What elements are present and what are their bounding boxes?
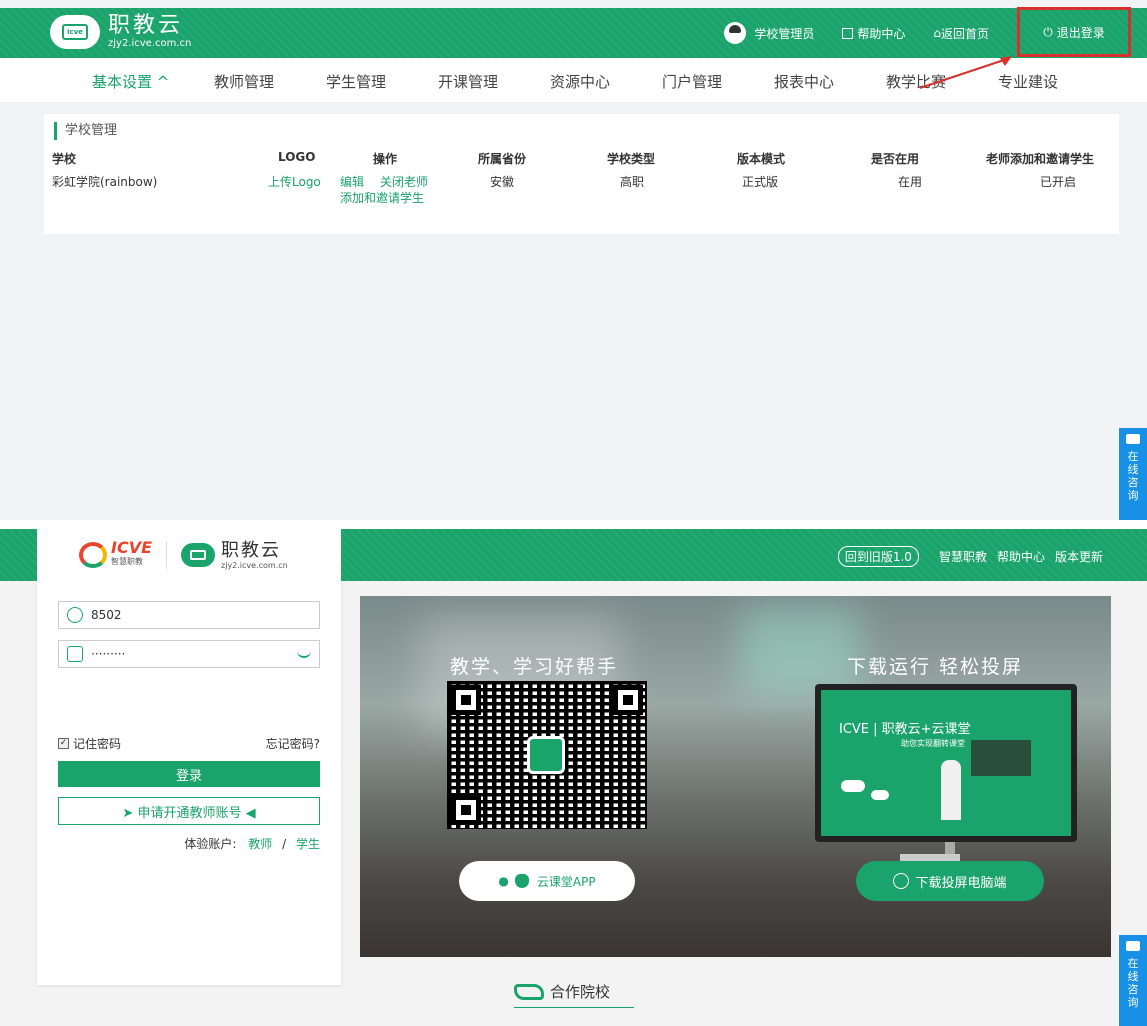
close-teacher-invite-link[interactable]: 关闭老师 添加和邀请学生 [340, 174, 428, 206]
logo-url: zjy2.icve.com.cn [221, 560, 288, 570]
cell-school-type: 高职 [620, 175, 645, 189]
power-icon: ⏻ [1043, 24, 1053, 39]
forgot-password-link[interactable]: 忘记密码? [266, 735, 320, 752]
cloud-class-app-button[interactable]: ● 云课堂APP [459, 861, 635, 901]
monitor-sub: 助您实现翻转课堂 [901, 739, 965, 748]
cloud-logo-icon [181, 543, 216, 567]
chalkboard-icon [971, 740, 1031, 776]
monitor-illustration: ICVE | 职教云+云课堂 助您实现翻转课堂 [815, 684, 1077, 842]
smart-icve-link[interactable]: 智慧职教 [939, 548, 987, 565]
remember-password[interactable]: ✓ 记住密码 [58, 735, 121, 752]
cloud-icon [841, 780, 865, 792]
cloud-icon [871, 790, 889, 800]
online-consult-button[interactable]: 在 线 咨 询 [1119, 428, 1147, 520]
home-icon: ⌂ [933, 26, 941, 40]
col-school-type: 学校类型 [607, 152, 656, 166]
cloud-logo-icon: icve [50, 15, 100, 49]
nav-report-center[interactable]: 报表中心 [774, 71, 834, 92]
help-icon [842, 27, 854, 39]
user-icon [67, 607, 83, 623]
username-field[interactable]: 8502 [58, 601, 320, 629]
nav-course-management[interactable]: 开课管理 [438, 71, 498, 92]
logo-title: 职教云 [108, 13, 184, 38]
col-teacher-invite: 老师添加和邀请学生 [986, 152, 1095, 166]
col-school: 学校 [52, 152, 77, 166]
apply-teacher-account-button[interactable]: ➤ 申请开通教师账号 ◀ [58, 797, 320, 825]
banner-right-heading: 下载运行 轻松投屏 [847, 656, 1024, 678]
download-desktop-button[interactable]: 下载投屏电脑端 [856, 861, 1044, 901]
qr-logo-icon [527, 736, 565, 774]
user-role: 学校管理员 [754, 26, 815, 41]
password-field[interactable]: ········· [58, 640, 320, 668]
online-consult-button[interactable]: 在 线 咨 询 [1119, 935, 1147, 1026]
col-operation: 操作 [373, 152, 398, 166]
login-screenshot: ICVE 智慧职教 职教云 zjy2.icve.com.cn 回到旧版1.0 智… [0, 529, 1147, 1026]
lock-icon [67, 646, 83, 662]
login-panel: 8502 ········· ✓ 记住密码 忘记密码? 登录 ➤ 申请开通教师账… [37, 581, 341, 985]
logo-url: zjy2.icve.com.cn [108, 38, 192, 49]
admin-screenshot: icve 职教云 zjy2.icve.com.cn 学校管理员 帮助中心 ⌂ 返… [0, 0, 1147, 520]
cell-in-use: 在用 [898, 175, 923, 189]
upload-logo-link[interactable]: 上传Logo [268, 174, 321, 190]
cell-school: 彩虹学院(rainbow) [52, 175, 158, 189]
monitor-brand: ICVE | 职教云+云课堂 [839, 722, 971, 737]
banner-left-heading: 教学、学习好帮手 [450, 656, 619, 678]
panel-title: 学校管理 [54, 122, 117, 140]
trial-student-link[interactable]: 学生 [296, 837, 320, 851]
trial-teacher-link[interactable]: 教师 [248, 837, 272, 851]
handshake-icon [514, 983, 544, 1000]
icve-swirl-icon [79, 542, 107, 568]
cell-province: 安徽 [490, 175, 515, 189]
logo-title: 职教云 [221, 539, 282, 561]
login-header: ICVE 智慧职教 职教云 zjy2.icve.com.cn 回到旧版1.0 智… [0, 529, 1147, 581]
school-management-panel: 学校管理 学校 LOGO 操作 所属省份 学校类型 版本模式 是否在用 老师添加… [44, 114, 1119, 234]
return-home-link[interactable]: ⌂ 返回首页 [933, 25, 989, 42]
trial-accounts: 体验账户: 教师 / 学生 [184, 837, 320, 851]
user-menu[interactable]: 学校管理员 [724, 22, 814, 44]
chat-icon [1126, 434, 1140, 444]
nav-teacher-management[interactable]: 教师管理 [214, 71, 274, 92]
edit-link[interactable]: 编辑 [340, 174, 364, 190]
icve-sub: 智慧职教 [111, 557, 143, 566]
promo-banner: 教学、学习好帮手 下载运行 轻松投屏 ICVE | 职教云+云课堂 助您实现翻转… [360, 596, 1111, 957]
logout-button[interactable]: ⏻ 退出登录 [1017, 7, 1131, 57]
old-version-link[interactable]: 回到旧版1.0 [837, 546, 919, 567]
nav-student-management[interactable]: 学生管理 [326, 71, 386, 92]
nav-basic-settings[interactable]: 基本设置 ^ [92, 71, 169, 92]
teacher-figure-icon [941, 760, 961, 820]
login-logo[interactable]: ICVE 智慧职教 职教云 zjy2.icve.com.cn [37, 529, 341, 581]
apple-icon: ● [498, 874, 509, 888]
partner-schools-heading: 合作院校 [514, 981, 610, 1002]
login-button[interactable]: 登录 [58, 761, 320, 787]
logo-badge: icve [62, 24, 88, 40]
download-icon [893, 873, 910, 889]
col-version-mode: 版本模式 [737, 152, 786, 166]
admin-logo[interactable]: icve 职教云 zjy2.icve.com.cn [50, 14, 191, 50]
version-update-link[interactable]: 版本更新 [1055, 548, 1103, 565]
col-province: 所属省份 [478, 152, 527, 166]
remember-checkbox[interactable]: ✓ [58, 738, 69, 749]
help-center-link[interactable]: 帮助中心 [842, 25, 905, 42]
help-center-link[interactable]: 帮助中心 [997, 548, 1045, 565]
chat-icon [1126, 941, 1140, 951]
qr-code [447, 681, 647, 829]
col-in-use: 是否在用 [871, 152, 920, 166]
android-icon [514, 874, 529, 888]
cell-invite-status: 已开启 [1040, 175, 1077, 189]
cell-version-mode: 正式版 [742, 175, 779, 189]
red-arrow-annotation [919, 56, 1012, 89]
col-logo: LOGO [278, 150, 316, 164]
nav-portal-management[interactable]: 门户管理 [662, 71, 722, 92]
nav-resource-center[interactable]: 资源中心 [550, 71, 610, 92]
avatar [724, 22, 747, 44]
eye-icon[interactable] [297, 650, 311, 658]
